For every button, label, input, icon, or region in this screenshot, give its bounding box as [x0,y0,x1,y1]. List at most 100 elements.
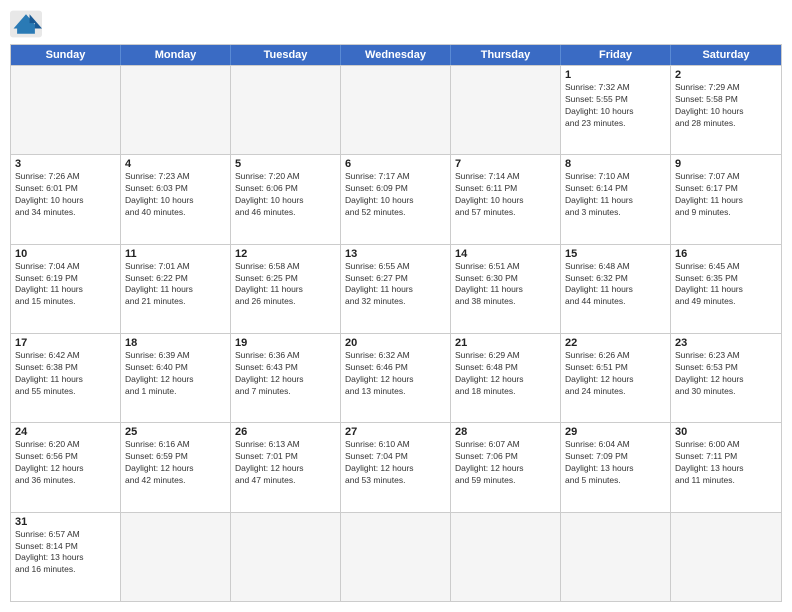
empty-cell [121,66,231,154]
day-cell-8: 8Sunrise: 7:10 AM Sunset: 6:14 PM Daylig… [561,155,671,243]
sun-info: Sunrise: 6:55 AM Sunset: 6:27 PM Dayligh… [345,261,446,309]
day-number: 1 [565,69,666,81]
day-cell-3: 3Sunrise: 7:26 AM Sunset: 6:01 PM Daylig… [11,155,121,243]
day-cell-21: 21Sunrise: 6:29 AM Sunset: 6:48 PM Dayli… [451,334,561,422]
day-number: 14 [455,248,556,260]
day-cell-30: 30Sunrise: 6:00 AM Sunset: 7:11 PM Dayli… [671,423,781,511]
sun-info: Sunrise: 7:32 AM Sunset: 5:55 PM Dayligh… [565,82,666,130]
sun-info: Sunrise: 7:29 AM Sunset: 5:58 PM Dayligh… [675,82,777,130]
day-number: 12 [235,248,336,260]
day-number: 23 [675,337,777,349]
page: SundayMondayTuesdayWednesdayThursdayFrid… [0,0,792,612]
sun-info: Sunrise: 7:23 AM Sunset: 6:03 PM Dayligh… [125,171,226,219]
header-day-saturday: Saturday [671,45,781,65]
sun-info: Sunrise: 7:17 AM Sunset: 6:09 PM Dayligh… [345,171,446,219]
day-cell-20: 20Sunrise: 6:32 AM Sunset: 6:46 PM Dayli… [341,334,451,422]
day-cell-16: 16Sunrise: 6:45 AM Sunset: 6:35 PM Dayli… [671,245,781,333]
day-number: 2 [675,69,777,81]
calendar-row-2: 10Sunrise: 7:04 AM Sunset: 6:19 PM Dayli… [11,244,781,333]
calendar: SundayMondayTuesdayWednesdayThursdayFrid… [10,44,782,602]
empty-cell [451,66,561,154]
day-cell-5: 5Sunrise: 7:20 AM Sunset: 6:06 PM Daylig… [231,155,341,243]
day-number: 8 [565,158,666,170]
day-number: 21 [455,337,556,349]
day-cell-15: 15Sunrise: 6:48 AM Sunset: 6:32 PM Dayli… [561,245,671,333]
day-cell-11: 11Sunrise: 7:01 AM Sunset: 6:22 PM Dayli… [121,245,231,333]
day-cell-28: 28Sunrise: 6:07 AM Sunset: 7:06 PM Dayli… [451,423,561,511]
header-day-thursday: Thursday [451,45,561,65]
day-number: 4 [125,158,226,170]
day-number: 13 [345,248,446,260]
day-cell-6: 6Sunrise: 7:17 AM Sunset: 6:09 PM Daylig… [341,155,451,243]
sun-info: Sunrise: 6:20 AM Sunset: 6:56 PM Dayligh… [15,439,116,487]
calendar-row-3: 17Sunrise: 6:42 AM Sunset: 6:38 PM Dayli… [11,333,781,422]
sun-info: Sunrise: 6:42 AM Sunset: 6:38 PM Dayligh… [15,350,116,398]
day-cell-26: 26Sunrise: 6:13 AM Sunset: 7:01 PM Dayli… [231,423,341,511]
day-number: 27 [345,426,446,438]
day-number: 28 [455,426,556,438]
day-cell-22: 22Sunrise: 6:26 AM Sunset: 6:51 PM Dayli… [561,334,671,422]
sun-info: Sunrise: 6:48 AM Sunset: 6:32 PM Dayligh… [565,261,666,309]
day-cell-29: 29Sunrise: 6:04 AM Sunset: 7:09 PM Dayli… [561,423,671,511]
logo-icon [10,10,42,38]
header-day-wednesday: Wednesday [341,45,451,65]
sun-info: Sunrise: 6:29 AM Sunset: 6:48 PM Dayligh… [455,350,556,398]
empty-cell [231,513,341,601]
empty-cell [451,513,561,601]
day-number: 31 [15,516,116,528]
day-cell-4: 4Sunrise: 7:23 AM Sunset: 6:03 PM Daylig… [121,155,231,243]
calendar-row-1: 3Sunrise: 7:26 AM Sunset: 6:01 PM Daylig… [11,154,781,243]
day-number: 25 [125,426,226,438]
day-cell-27: 27Sunrise: 6:10 AM Sunset: 7:04 PM Dayli… [341,423,451,511]
day-number: 17 [15,337,116,349]
sun-info: Sunrise: 6:32 AM Sunset: 6:46 PM Dayligh… [345,350,446,398]
day-cell-2: 2Sunrise: 7:29 AM Sunset: 5:58 PM Daylig… [671,66,781,154]
day-cell-24: 24Sunrise: 6:20 AM Sunset: 6:56 PM Dayli… [11,423,121,511]
sun-info: Sunrise: 7:20 AM Sunset: 6:06 PM Dayligh… [235,171,336,219]
sun-info: Sunrise: 6:07 AM Sunset: 7:06 PM Dayligh… [455,439,556,487]
day-number: 19 [235,337,336,349]
day-number: 26 [235,426,336,438]
calendar-row-5: 31Sunrise: 6:57 AM Sunset: 8:14 PM Dayli… [11,512,781,601]
day-number: 5 [235,158,336,170]
day-number: 15 [565,248,666,260]
calendar-body: 1Sunrise: 7:32 AM Sunset: 5:55 PM Daylig… [11,65,781,601]
header-day-sunday: Sunday [11,45,121,65]
day-cell-23: 23Sunrise: 6:23 AM Sunset: 6:53 PM Dayli… [671,334,781,422]
day-number: 10 [15,248,116,260]
day-number: 11 [125,248,226,260]
sun-info: Sunrise: 6:51 AM Sunset: 6:30 PM Dayligh… [455,261,556,309]
sun-info: Sunrise: 6:26 AM Sunset: 6:51 PM Dayligh… [565,350,666,398]
sun-info: Sunrise: 7:07 AM Sunset: 6:17 PM Dayligh… [675,171,777,219]
day-number: 30 [675,426,777,438]
day-number: 20 [345,337,446,349]
empty-cell [561,513,671,601]
day-number: 7 [455,158,556,170]
empty-cell [11,66,121,154]
day-number: 16 [675,248,777,260]
sun-info: Sunrise: 6:39 AM Sunset: 6:40 PM Dayligh… [125,350,226,398]
day-number: 6 [345,158,446,170]
day-number: 9 [675,158,777,170]
day-cell-12: 12Sunrise: 6:58 AM Sunset: 6:25 PM Dayli… [231,245,341,333]
sun-info: Sunrise: 7:26 AM Sunset: 6:01 PM Dayligh… [15,171,116,219]
day-cell-7: 7Sunrise: 7:14 AM Sunset: 6:11 PM Daylig… [451,155,561,243]
day-number: 29 [565,426,666,438]
logo [10,10,46,38]
sun-info: Sunrise: 7:01 AM Sunset: 6:22 PM Dayligh… [125,261,226,309]
sun-info: Sunrise: 7:04 AM Sunset: 6:19 PM Dayligh… [15,261,116,309]
day-cell-31: 31Sunrise: 6:57 AM Sunset: 8:14 PM Dayli… [11,513,121,601]
day-cell-25: 25Sunrise: 6:16 AM Sunset: 6:59 PM Dayli… [121,423,231,511]
empty-cell [341,513,451,601]
day-cell-18: 18Sunrise: 6:39 AM Sunset: 6:40 PM Dayli… [121,334,231,422]
sun-info: Sunrise: 7:14 AM Sunset: 6:11 PM Dayligh… [455,171,556,219]
sun-info: Sunrise: 6:04 AM Sunset: 7:09 PM Dayligh… [565,439,666,487]
sun-info: Sunrise: 6:00 AM Sunset: 7:11 PM Dayligh… [675,439,777,487]
day-number: 22 [565,337,666,349]
header-day-tuesday: Tuesday [231,45,341,65]
header-day-friday: Friday [561,45,671,65]
day-number: 3 [15,158,116,170]
sun-info: Sunrise: 6:16 AM Sunset: 6:59 PM Dayligh… [125,439,226,487]
empty-cell [671,513,781,601]
sun-info: Sunrise: 6:23 AM Sunset: 6:53 PM Dayligh… [675,350,777,398]
